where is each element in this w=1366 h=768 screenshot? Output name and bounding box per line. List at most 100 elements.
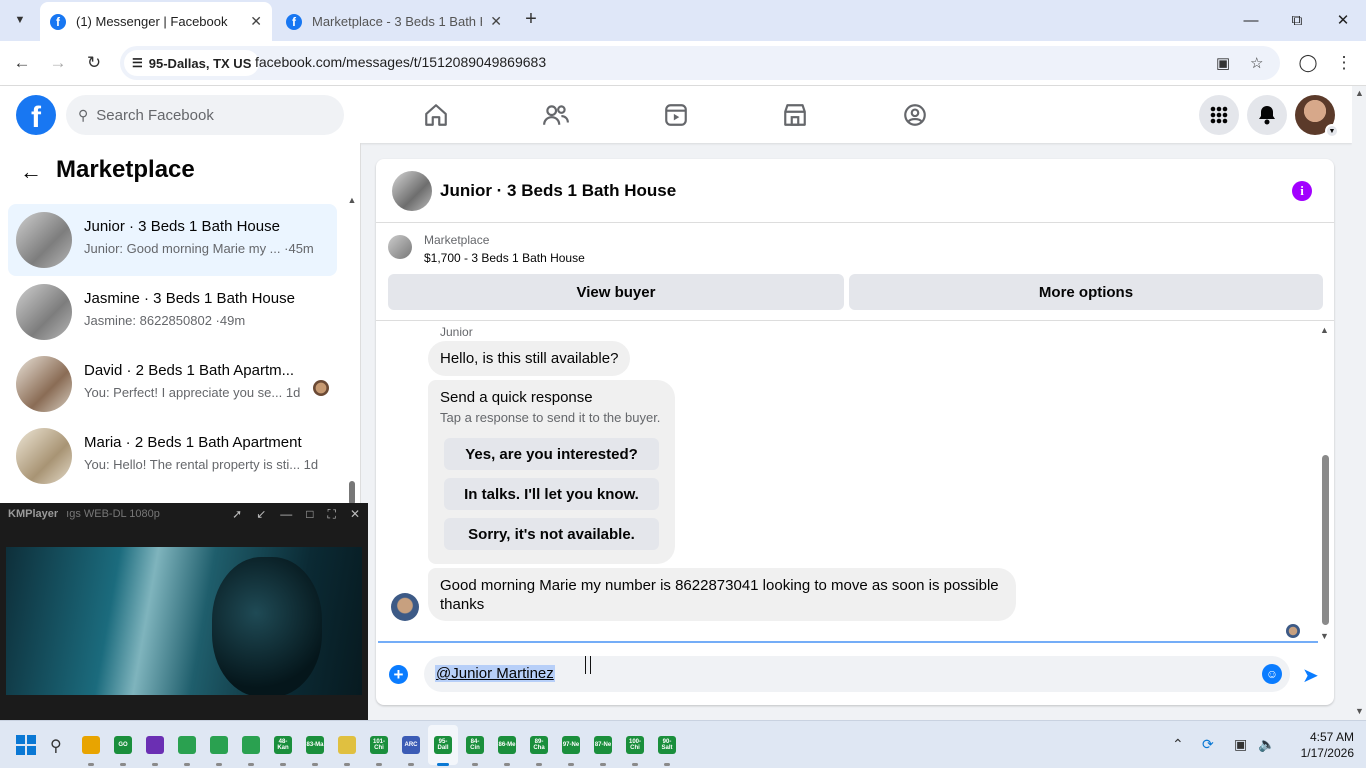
running-indicator <box>312 763 318 766</box>
marketplace-icon[interactable] <box>780 100 810 130</box>
emoji-icon[interactable]: ☺ <box>1262 664 1282 684</box>
scroll-up-icon[interactable]: ▲ <box>1320 325 1329 335</box>
facebook-logo-icon[interactable]: f <box>16 95 56 135</box>
back-button[interactable]: ← <box>10 51 34 75</box>
running-indicator <box>376 763 382 766</box>
search-input[interactable] <box>96 106 317 124</box>
taskbar-app-icon[interactable] <box>82 736 100 754</box>
tab-messenger[interactable]: f (1) Messenger | Facebook ✕ <box>40 2 272 41</box>
scroll-down-icon[interactable]: ▼ <box>1320 631 1329 641</box>
system-clock[interactable]: 4:57 AM 1/17/2026 <box>1292 729 1354 761</box>
quick-reply-yes-button[interactable]: Yes, are you interested? <box>444 438 659 470</box>
sender-avatar[interactable] <box>391 593 419 621</box>
mention-text[interactable]: @Junior Martinez <box>435 665 555 682</box>
more-options-button[interactable]: More options <box>849 274 1323 310</box>
chat-title[interactable]: Junior · 3 Beds 1 Bath House <box>440 181 676 201</box>
taskbar-app-icon[interactable]: 83-Ma <box>306 736 324 754</box>
listing-avatar[interactable] <box>392 171 432 211</box>
search-icon[interactable]: ⚲ <box>50 736 62 756</box>
tab-search-icon[interactable]: ▼ <box>8 8 32 32</box>
taskbar-app-icon[interactable] <box>210 736 228 754</box>
conversation-preview: You: Perfect! I appreciate you se... 1d <box>84 385 301 400</box>
page-scrollbar[interactable]: ▲ ▼ <box>1352 86 1366 720</box>
conversation-item[interactable]: Junior · 3 Beds 1 Bath House Junior: Goo… <box>8 204 337 276</box>
fullscreen-icon[interactable]: ⛶ <box>328 507 336 522</box>
forward-button[interactable]: → <box>46 51 70 75</box>
quick-reply-in-talks-button[interactable]: In talks. I'll let you know. <box>444 478 659 510</box>
quick-reply-not-available-button[interactable]: Sorry, it's not available. <box>444 518 659 550</box>
taskbar-app-icon[interactable]: 100-Chi <box>626 736 644 754</box>
shrink-icon[interactable]: ↙ <box>256 507 266 521</box>
video-frame[interactable] <box>6 547 362 695</box>
network-icon[interactable]: ▣ <box>1234 736 1247 753</box>
restore-icon[interactable]: □ <box>306 507 313 521</box>
taskbar-app-icon[interactable]: 89-Cha <box>530 736 548 754</box>
close-icon[interactable]: ✕ <box>350 507 360 521</box>
home-icon[interactable] <box>421 100 451 130</box>
taskbar-app-icon[interactable]: 87-Ne <box>594 736 612 754</box>
scroll-down-icon[interactable]: ▼ <box>1355 706 1364 716</box>
scroll-up-icon[interactable]: ▲ <box>1355 88 1364 98</box>
view-buyer-button[interactable]: View buyer <box>388 274 844 310</box>
video-icon[interactable] <box>661 100 691 130</box>
pin-icon[interactable]: ➚ <box>232 507 242 521</box>
omnibox[interactable]: ☰ 95-Dallas, TX US facebook.com/messages… <box>120 46 1280 80</box>
inbox-scrollbar[interactable]: ▲ <box>347 195 357 505</box>
minimize-button[interactable]: — <box>1236 8 1266 32</box>
kmplayer-window[interactable]: KMPlayer ıgs WEB-DL 1080p ➚ ↙ — □ ⛶ ✕ <box>0 503 368 720</box>
taskbar-app-icon[interactable]: 95-Dall <box>434 736 452 754</box>
taskbar-app-icon[interactable]: 101-Chi <box>370 736 388 754</box>
taskbar-app-icon[interactable]: 48-Kan <box>274 736 292 754</box>
taskbar-app-icon[interactable]: 84-Cin <box>466 736 484 754</box>
minimize-icon[interactable]: — <box>280 507 292 521</box>
friends-icon[interactable] <box>541 100 571 130</box>
more-actions-plus-icon[interactable]: + <box>389 665 408 684</box>
taskbar-app-icon[interactable] <box>178 736 196 754</box>
install-app-icon[interactable]: ▣ <box>1216 54 1230 72</box>
taskbar-app-icon[interactable]: GO <box>114 736 132 754</box>
scroll-thumb[interactable] <box>1322 455 1329 625</box>
show-hidden-icons-chevron-icon[interactable]: ⌃ <box>1172 736 1184 753</box>
taskbar-app-icon[interactable]: ARC <box>402 736 420 754</box>
taskbar-app-icon[interactable]: 90-Salt <box>658 736 676 754</box>
volume-icon[interactable]: 🔈 <box>1258 736 1275 753</box>
scroll-up-icon[interactable]: ▲ <box>347 195 357 205</box>
sync-icon[interactable]: ⟳ <box>1202 736 1214 753</box>
new-tab-button[interactable]: + <box>520 8 542 30</box>
taskbar-app-icon[interactable] <box>242 736 260 754</box>
reload-button[interactable]: ↻ <box>82 51 106 75</box>
profile-icon[interactable]: ◯ <box>1296 51 1320 75</box>
url-text[interactable]: facebook.com/messages/t/1512089049869683 <box>255 54 546 70</box>
conversation-item[interactable]: Maria · 2 Beds 1 Bath Apartment You: Hel… <box>8 420 337 492</box>
running-indicator <box>344 763 350 766</box>
site-info-chip[interactable]: ☰ 95-Dallas, TX US <box>124 50 260 76</box>
taskbar-app-icon[interactable] <box>146 736 164 754</box>
close-tab-icon[interactable]: ✕ <box>490 13 502 30</box>
taskbar-app-icon[interactable]: 97-Ne <box>562 736 580 754</box>
windows-start-icon[interactable] <box>16 735 36 755</box>
info-icon[interactable]: i <box>1292 181 1312 201</box>
taskbar-app-icon[interactable]: 86-Me <box>498 736 516 754</box>
taskbar-app-icon[interactable] <box>338 736 356 754</box>
listing-price-title[interactable]: $1,700 - 3 Beds 1 Bath House <box>424 251 585 265</box>
back-arrow-icon[interactable]: ← <box>20 159 42 185</box>
message-input[interactable]: @Junior Martinez ☺ <box>424 656 1290 692</box>
conversation-item[interactable]: David · 2 Beds 1 Bath Apartm... You: Per… <box>8 348 337 420</box>
conversation-item[interactable]: Jasmine · 3 Beds 1 Bath House Jasmine: 8… <box>8 276 337 348</box>
bookmark-star-icon[interactable]: ☆ <box>1250 54 1263 72</box>
notifications-bell-icon[interactable] <box>1247 95 1287 135</box>
close-tab-icon[interactable]: ✕ <box>250 13 262 30</box>
kmplayer-titlebar[interactable]: KMPlayer ıgs WEB-DL 1080p ➚ ↙ — □ ⛶ ✕ <box>0 503 368 525</box>
messages-scrollbar[interactable]: ▲ ▼ <box>1320 325 1330 643</box>
account-avatar[interactable]: ▼ <box>1295 95 1339 138</box>
browser-menu-icon[interactable]: ⋮ <box>1332 51 1356 75</box>
search-box[interactable]: ⚲ <box>66 95 344 135</box>
menu-grid-icon[interactable] <box>1199 95 1239 135</box>
send-icon[interactable]: ➤ <box>1302 663 1319 688</box>
listing-thumbnail[interactable] <box>388 235 412 259</box>
scroll-thumb[interactable] <box>349 481 355 505</box>
gaming-icon[interactable] <box>900 100 930 130</box>
close-window-button[interactable]: ✕ <box>1328 8 1358 32</box>
tab-marketplace[interactable]: f Marketplace - 3 Beds 1 Bath Ho ✕ <box>276 2 512 41</box>
maximize-button[interactable]: ⧉ <box>1282 8 1312 32</box>
